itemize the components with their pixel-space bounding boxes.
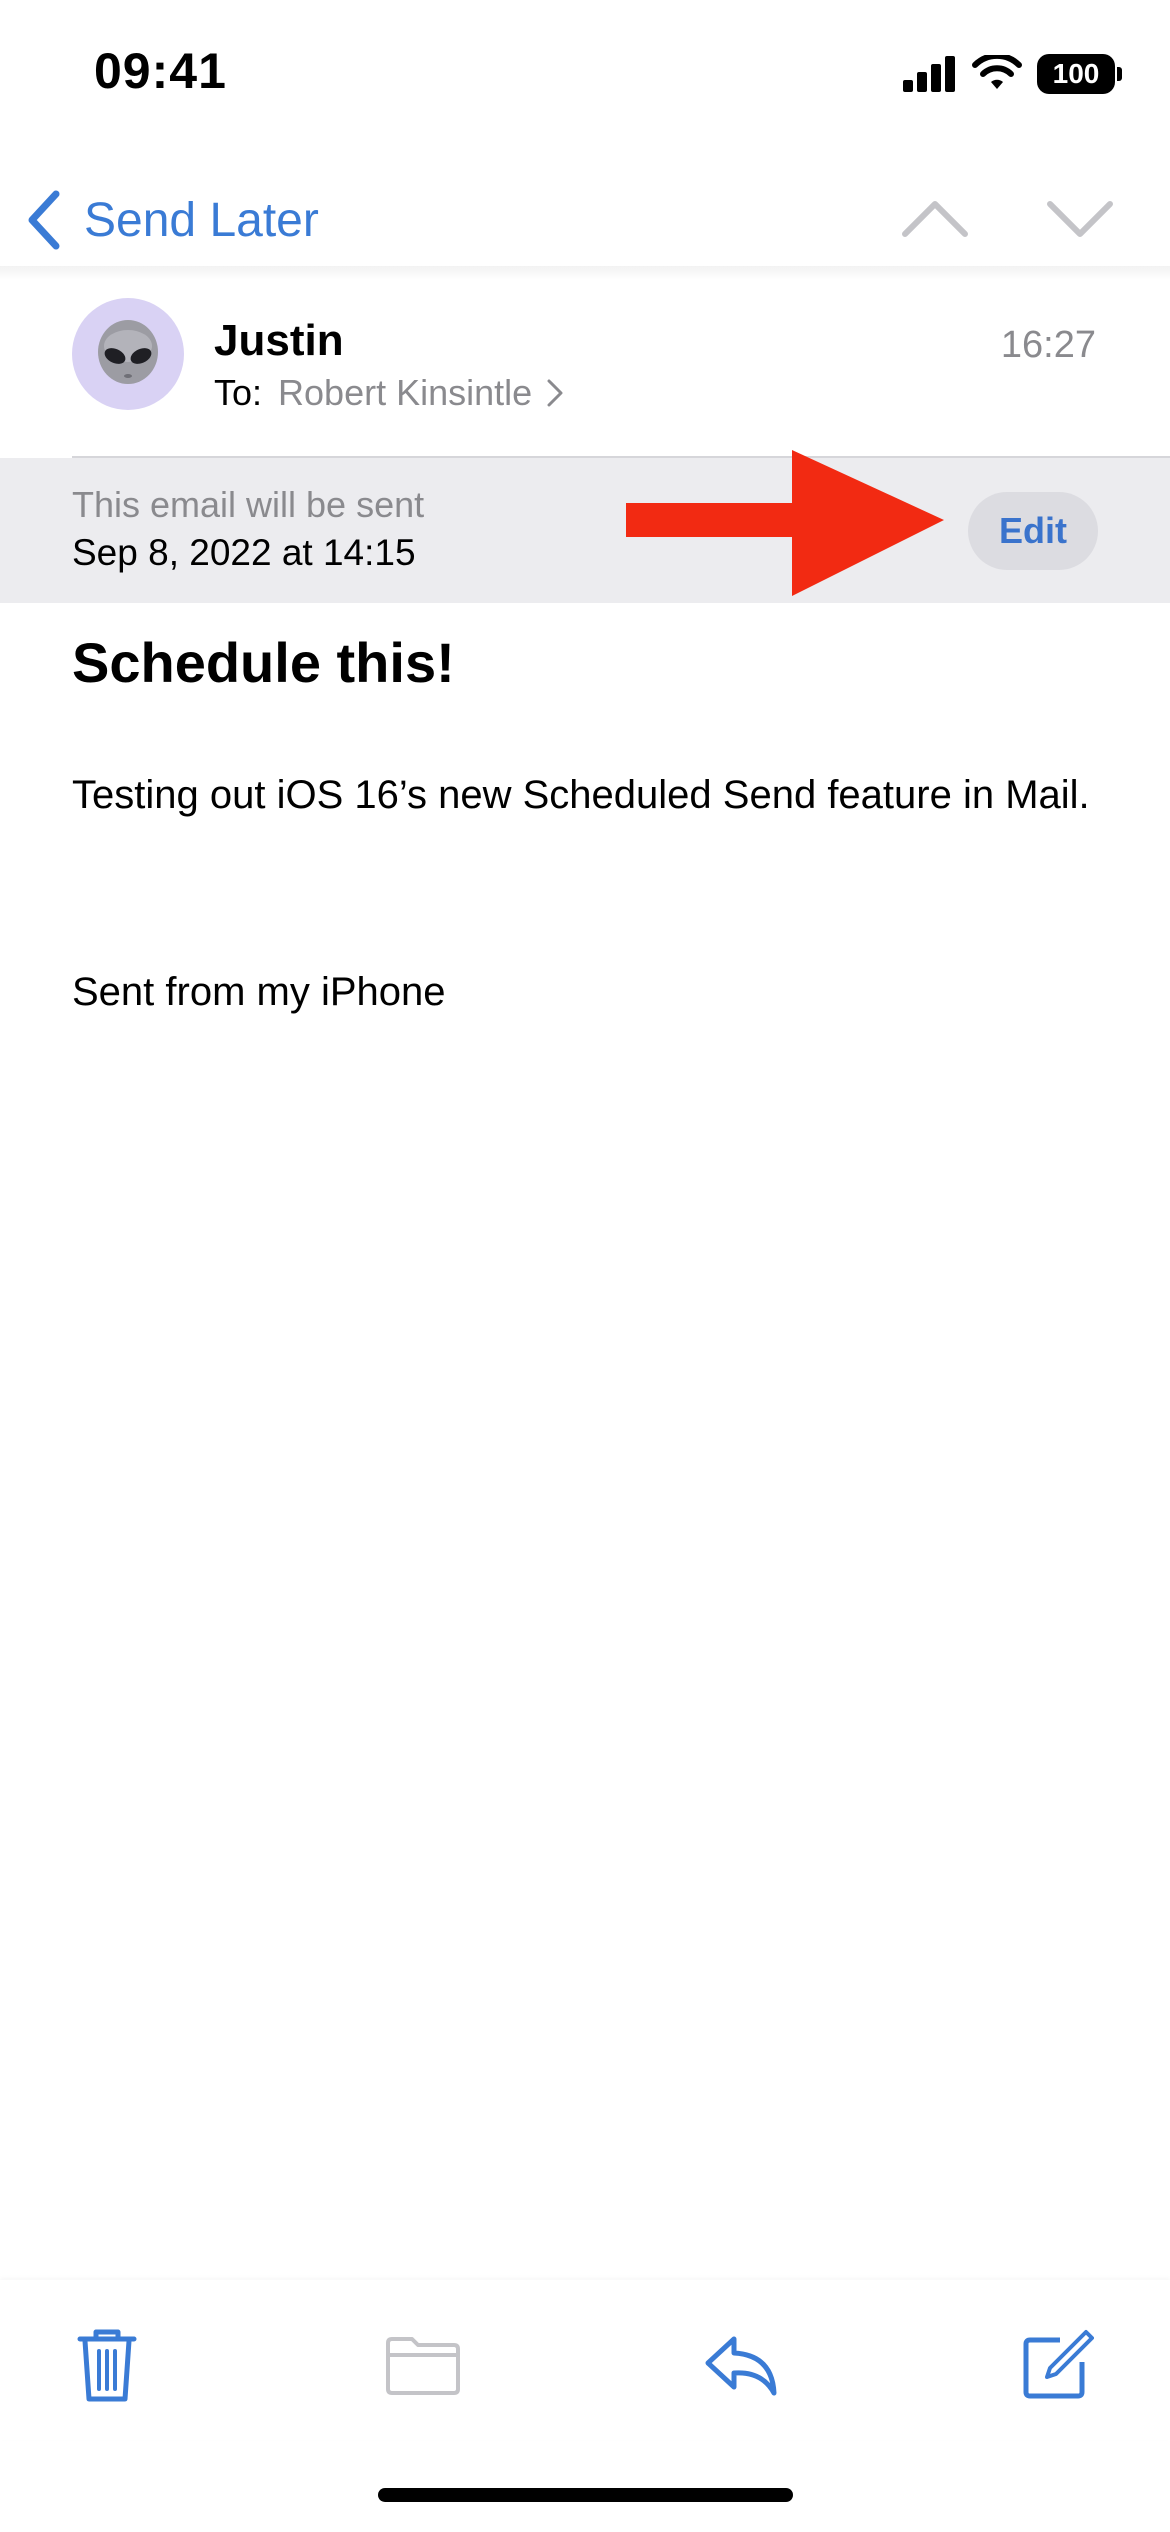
- status-icons: 100: [903, 52, 1122, 96]
- battery-icon: 100: [1037, 54, 1122, 94]
- mail-message-screen: 09:41 100 Send Later Justin To: Robert K…: [0, 0, 1170, 2532]
- email-body: Testing out iOS 16’s new Scheduled Send …: [72, 773, 1090, 817]
- move-to-folder-button[interactable]: [378, 2320, 468, 2410]
- compose-icon: [1023, 2330, 1094, 2399]
- folder-icon: [386, 2337, 460, 2395]
- recipient-name: Robert Kinsintle: [278, 372, 533, 413]
- back-label: Send Later: [84, 193, 319, 247]
- email-subject: Schedule this!: [72, 631, 455, 694]
- reply-icon: [705, 2336, 777, 2396]
- back-button[interactable]: Send Later: [24, 180, 319, 260]
- cellular-signal-icon: [903, 56, 955, 92]
- scheduled-send-banner: This email will be sent Sep 8, 2022 at 1…: [0, 458, 1170, 603]
- status-bar: 09:41 100: [0, 0, 1170, 150]
- next-message-button[interactable]: [1040, 182, 1120, 252]
- email-signature: Sent from my iPhone: [72, 970, 446, 1014]
- sender-name[interactable]: Justin: [214, 316, 344, 366]
- schedule-date: Sep 8, 2022 at 14:15: [72, 532, 416, 573]
- previous-message-button[interactable]: [895, 182, 975, 252]
- nav-divider: [0, 266, 1170, 280]
- annotation-arrow-icon: [626, 450, 944, 596]
- status-time: 09:41: [94, 43, 227, 99]
- trash-button[interactable]: [62, 2320, 152, 2410]
- trash-icon: [77, 2329, 137, 2402]
- wifi-icon: [972, 55, 1022, 89]
- alien-avatar-icon: [98, 320, 158, 384]
- chevron-right-icon: [547, 379, 563, 407]
- avatar[interactable]: [72, 298, 184, 410]
- bottom-toolbar: [0, 2280, 1170, 2440]
- to-prefix: To:: [214, 372, 263, 413]
- compose-button[interactable]: [1012, 2320, 1102, 2410]
- mail-time: 16:27: [1000, 324, 1096, 366]
- reply-button[interactable]: [696, 2320, 786, 2410]
- home-indicator[interactable]: [378, 2488, 793, 2502]
- recipient-line[interactable]: To: Robert Kinsintle: [214, 372, 564, 414]
- chevron-down-icon: [1047, 201, 1113, 237]
- navigation-bar: Send Later: [0, 160, 1170, 275]
- edit-schedule-button[interactable]: Edit: [968, 492, 1098, 570]
- mail-header: Justin To: Robert Kinsintle 16:27: [0, 280, 1170, 455]
- chevron-up-icon: [902, 201, 968, 237]
- chevron-left-icon: [28, 190, 60, 250]
- schedule-label: This email will be sent: [72, 484, 425, 525]
